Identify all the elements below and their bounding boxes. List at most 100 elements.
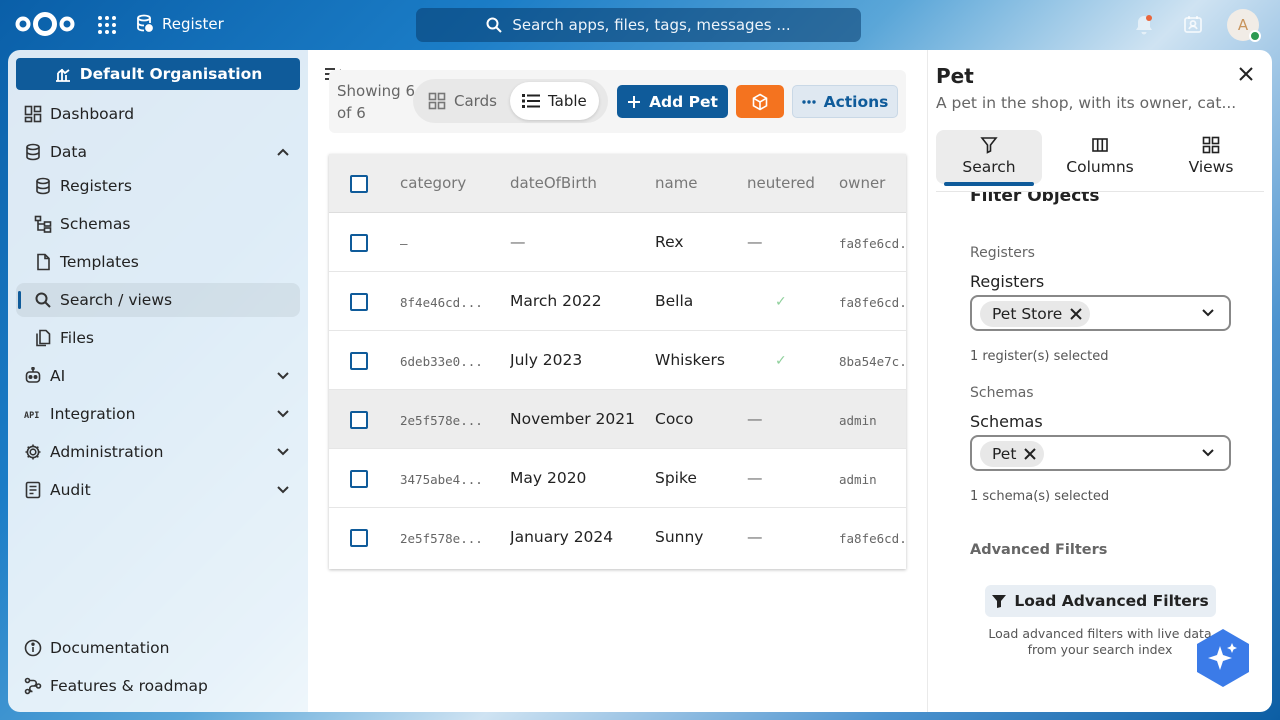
sidebar-item-administration[interactable]: Administration bbox=[16, 435, 300, 469]
plus-icon bbox=[627, 95, 641, 109]
user-avatar[interactable]: A bbox=[1227, 9, 1261, 42]
sidebar-item-label: Search / views bbox=[60, 291, 173, 309]
row-checkbox[interactable] bbox=[350, 470, 368, 488]
row-checkbox[interactable] bbox=[350, 234, 368, 252]
unified-search-input[interactable]: Search apps, files, tags, messages ... bbox=[416, 8, 861, 42]
chevron-up-icon[interactable] bbox=[276, 145, 290, 159]
sidebar-item-dashboard[interactable]: Dashboard bbox=[16, 97, 300, 131]
schema-tree-icon bbox=[34, 215, 52, 233]
search-placeholder: Search apps, files, tags, messages ... bbox=[512, 16, 791, 34]
sidebar-item-documentation[interactable]: Documentation bbox=[16, 631, 300, 665]
table-view-button[interactable]: Table bbox=[510, 82, 599, 120]
organisation-switcher-button[interactable]: Default Organisation bbox=[16, 58, 300, 90]
column-header-name[interactable]: name bbox=[655, 174, 698, 192]
remove-chip-close-icon[interactable] bbox=[1024, 448, 1037, 460]
actions-menu-button[interactable]: Actions bbox=[792, 85, 898, 118]
view-mode-toggle: Cards Table bbox=[413, 79, 608, 123]
cell-category: 8f4e46cd... bbox=[400, 295, 483, 310]
sidebar-item-registers[interactable]: Registers bbox=[16, 169, 300, 203]
table-row[interactable]: 2e5f578e... November 2021 Coco — admin bbox=[329, 390, 906, 449]
table-row[interactable]: 3475abe4... May 2020 Spike — admin bbox=[329, 449, 906, 508]
cards-view-label: Cards bbox=[454, 92, 497, 110]
register-app-icon bbox=[136, 14, 154, 34]
column-header-dateofbirth[interactable]: dateOfBirth bbox=[510, 174, 597, 192]
cell-owner: 8ba54e7c... bbox=[839, 354, 906, 369]
chevron-down-icon[interactable] bbox=[276, 407, 290, 421]
cell-owner: admin bbox=[839, 413, 877, 428]
row-checkbox[interactable] bbox=[350, 352, 368, 370]
row-checkbox[interactable] bbox=[350, 293, 368, 311]
row-checkbox[interactable] bbox=[350, 529, 368, 547]
chevron-down-icon[interactable] bbox=[1201, 448, 1215, 458]
add-pet-button[interactable]: Add Pet bbox=[617, 85, 728, 118]
cell-neutered-check-icon: ✓ bbox=[775, 353, 787, 369]
remove-chip-close-icon[interactable] bbox=[1070, 308, 1083, 320]
table-row[interactable]: – — Rex — fa8fe6cd... bbox=[329, 213, 906, 272]
sidebar-item-data[interactable]: Data bbox=[16, 135, 300, 169]
registers-section-label: Registers bbox=[970, 245, 1035, 261]
table-row[interactable]: 2e5f578e... January 2024 Sunny — fa8fe6c… bbox=[329, 508, 906, 567]
sidebar-item-label: Administration bbox=[50, 443, 164, 461]
load-advanced-filters-button[interactable]: Load Advanced Filters bbox=[985, 585, 1216, 617]
current-app[interactable]: Register bbox=[136, 14, 224, 34]
robot-icon bbox=[24, 367, 42, 385]
chevron-down-icon[interactable] bbox=[276, 445, 290, 459]
table-row[interactable]: 6deb33e0... July 2023 Whiskers ✓ 8ba54e7… bbox=[329, 331, 906, 390]
cell-neutered: — bbox=[747, 410, 763, 428]
sidebar-item-schemas[interactable]: Schemas bbox=[16, 207, 300, 241]
table-row[interactable]: 8f4e46cd... March 2022 Bella ✓ fa8fe6cd.… bbox=[329, 272, 906, 331]
cell-dateofbirth: November 2021 bbox=[510, 410, 636, 428]
tab-columns[interactable]: Columns bbox=[1047, 130, 1153, 184]
column-header-owner[interactable]: owner bbox=[839, 174, 885, 192]
sidebar-item-integration[interactable]: API Integration bbox=[16, 397, 300, 431]
tab-label: Search bbox=[962, 158, 1016, 176]
sidebar-item-ai[interactable]: AI bbox=[16, 359, 300, 393]
sidebar-item-features-roadmap[interactable]: Features & roadmap bbox=[16, 669, 300, 703]
row-checkbox[interactable] bbox=[350, 411, 368, 429]
search-tab-content: Filter Objects Registers Registers Pet S… bbox=[928, 192, 1273, 692]
cell-name: Whiskers bbox=[655, 351, 725, 369]
avatar-initial: A bbox=[1237, 16, 1249, 34]
register-chip-label: Pet Store bbox=[992, 305, 1063, 323]
tab-search[interactable]: Search bbox=[936, 130, 1042, 186]
schema-chip-label: Pet bbox=[992, 445, 1017, 463]
sidebar-item-files[interactable]: Files bbox=[16, 321, 300, 355]
cell-owner: fa8fe6cd... bbox=[839, 295, 906, 310]
select-all-checkbox[interactable] bbox=[350, 175, 368, 193]
actions-label: Actions bbox=[823, 92, 889, 111]
object-cube-button[interactable] bbox=[736, 85, 784, 118]
column-header-neutered[interactable]: neutered bbox=[747, 174, 815, 192]
column-header-category[interactable]: category bbox=[400, 174, 466, 192]
chevron-down-icon[interactable] bbox=[1201, 308, 1215, 318]
registers-select[interactable]: Pet Store bbox=[970, 295, 1231, 331]
chevron-down-icon[interactable] bbox=[276, 369, 290, 383]
cell-dateofbirth: July 2023 bbox=[510, 351, 583, 369]
cell-category: 2e5f578e... bbox=[400, 531, 483, 546]
add-pet-label: Add Pet bbox=[649, 92, 718, 111]
tab-views[interactable]: Views bbox=[1158, 130, 1264, 184]
app-name-label: Register bbox=[162, 15, 224, 33]
schemas-field-label: Schemas bbox=[970, 412, 1043, 431]
nextcloud-logo-icon[interactable] bbox=[14, 11, 76, 37]
close-icon[interactable] bbox=[1239, 67, 1253, 81]
sidebar-item-search-views[interactable]: Search / views bbox=[16, 283, 300, 317]
chevron-down-icon[interactable] bbox=[276, 483, 290, 497]
results-toolbar: Showing 6 of 6 Cards Table Add Pet Actio… bbox=[329, 70, 906, 133]
cell-neutered-check-icon: ✓ bbox=[775, 294, 787, 310]
cell-category: 2e5f578e... bbox=[400, 413, 483, 428]
schemas-select[interactable]: Pet bbox=[970, 435, 1231, 471]
sidebar-item-templates[interactable]: Templates bbox=[16, 245, 300, 279]
cube-icon bbox=[751, 93, 769, 111]
main-content: Showing 6 of 6 Cards Table Add Pet Actio… bbox=[308, 50, 927, 712]
contacts-icon[interactable] bbox=[1183, 15, 1203, 35]
app-menu-grid-icon[interactable] bbox=[97, 15, 117, 35]
info-icon bbox=[24, 639, 42, 657]
cards-view-button[interactable]: Cards bbox=[416, 82, 509, 120]
online-status-icon bbox=[1249, 30, 1261, 42]
cell-category: 6deb33e0... bbox=[400, 354, 483, 369]
notifications-bell-icon[interactable] bbox=[1134, 14, 1154, 36]
ai-assistant-sparkle-icon[interactable] bbox=[1195, 628, 1251, 688]
sidebar-item-audit[interactable]: Audit bbox=[16, 473, 300, 507]
filter-icon bbox=[992, 594, 1007, 608]
sidebar-item-label: Features & roadmap bbox=[50, 677, 208, 695]
